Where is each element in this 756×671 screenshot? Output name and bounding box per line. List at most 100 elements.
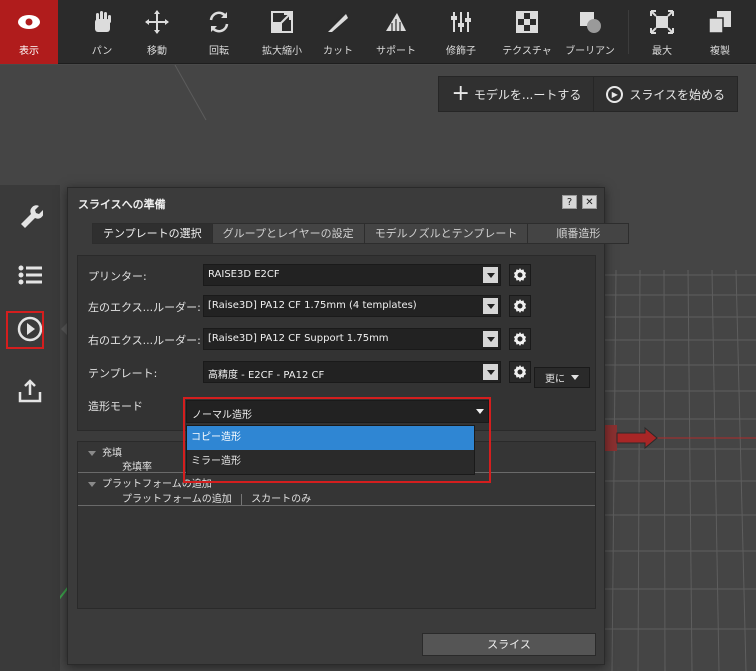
texture-icon (516, 11, 538, 33)
sidebar-list-button[interactable] (14, 259, 46, 291)
tool-duplicate-label: 複製 (710, 46, 730, 57)
tree-platform-item[interactable]: プラットフォームの追加 スカートのみ (122, 490, 311, 505)
tool-boolean-label: ブーリアン (565, 46, 615, 57)
maximize-icon (650, 10, 674, 34)
sidebar-export-button[interactable] (14, 375, 46, 407)
tool-rotate[interactable]: 回転 (197, 0, 241, 64)
help-button[interactable]: ? (562, 195, 577, 209)
tab-sequential-print[interactable]: 順番造形 (527, 223, 630, 244)
tool-rotate-label: 回転 (209, 46, 229, 57)
print-mode-value: ノーマル造形 (192, 410, 252, 421)
modifier-icon (451, 12, 471, 32)
start-slice-button[interactable]: ▶ スライスを始める (593, 77, 737, 111)
wrench-icon (21, 205, 43, 228)
tool-modifier-label: 修飾子 (446, 46, 476, 57)
tree-skirt-only-value[interactable]: スカートのみ (251, 494, 311, 505)
expand-arrow-icon (88, 450, 96, 456)
template-label: テンプレート: (88, 367, 158, 380)
plus-icon: + (451, 81, 470, 106)
tab-model-nozzle[interactable]: モデルノズルとテンプレート (363, 223, 528, 244)
duplicate-icon (708, 11, 731, 34)
tree-platform-item-label: プラットフォームの追加 (122, 494, 232, 505)
close-button[interactable]: ✕ (582, 195, 597, 209)
chevron-down-icon (476, 409, 484, 414)
viewport-action-bar: + モデルを...ートする ▶ スライスを始める (438, 76, 738, 112)
printer-value: RAISE3D E2CF (208, 269, 280, 280)
printer-settings-button[interactable] (509, 264, 531, 286)
right-extruder-settings-button[interactable] (509, 328, 531, 350)
template-settings-button[interactable] (509, 361, 531, 383)
tool-texture[interactable]: テクスチャ (498, 0, 556, 64)
right-extruder-value: [Raise3D] PA12 CF Support 1.75mm (208, 333, 389, 344)
dropdown-arrow-icon (483, 331, 498, 347)
left-extruder-select[interactable]: [Raise3D] PA12 CF 1.75mm (4 templates) (203, 295, 501, 317)
tool-cut-label: カット (323, 46, 353, 57)
left-sidebar (0, 185, 60, 671)
tree-column-divider (240, 493, 242, 505)
dialog-tabs: テンプレートの選択 グループとレイヤーの設定 モデルノズルとテンプレート 順番造… (92, 223, 630, 244)
print-mode-label: 造形モード (88, 400, 143, 413)
dropdown-arrow-icon (483, 298, 498, 314)
tool-scale[interactable]: 拡大縮小 (254, 0, 310, 64)
tool-support[interactable]: サポート (368, 0, 424, 64)
tool-view[interactable]: 表示 (0, 0, 58, 64)
right-extruder-label: 右のエクス...ルーダー: (88, 334, 201, 347)
more-button-label: 更に (545, 374, 565, 385)
left-extruder-settings-button[interactable] (509, 295, 531, 317)
tool-view-label: 表示 (19, 46, 39, 57)
gear-icon (513, 365, 527, 379)
play-icon: ▶ (606, 85, 624, 103)
tree-fill-rate[interactable]: 充填率 (122, 458, 152, 473)
gear-icon (513, 268, 527, 282)
dropdown-arrow-icon (483, 267, 498, 283)
sidebar-settings-button[interactable] (14, 199, 46, 231)
hand-icon (95, 11, 111, 32)
slice-button[interactable]: スライス (422, 633, 596, 656)
template-value: 高精度 - E2CF - PA12 CF (208, 370, 325, 381)
list-icon (18, 265, 42, 285)
sidebar-slice-highlight (6, 311, 44, 349)
eye-icon (18, 15, 40, 29)
tool-cut[interactable]: カット (316, 0, 360, 64)
more-button[interactable]: 更に (534, 367, 590, 388)
tool-pan-label: パン (91, 46, 113, 57)
tool-maximize-label: 最大 (652, 46, 672, 57)
tool-duplicate[interactable]: 複製 (700, 0, 740, 64)
left-extruder-value: [Raise3D] PA12 CF 1.75mm (4 templates) (208, 300, 417, 311)
tool-move[interactable]: 移動 (137, 0, 177, 64)
tree-fill-label: 充填 (102, 448, 122, 459)
dropdown-arrow-icon (483, 364, 498, 380)
dialog-title: スライスへの準備 (78, 198, 166, 211)
export-icon (18, 379, 42, 403)
option-mirror-print[interactable]: ミラー造形 (187, 450, 474, 474)
left-extruder-label: 左のエクス...ルーダー: (88, 301, 201, 314)
cut-icon (328, 12, 348, 32)
print-mode-select[interactable]: ノーマル造形 (186, 400, 489, 423)
gear-icon (513, 299, 527, 313)
tool-scale-label: 拡大縮小 (262, 46, 302, 57)
option-copy-print[interactable]: コピー造形 (187, 426, 474, 450)
add-model-label: モデルを...ートする (473, 87, 582, 102)
tree-fill-group[interactable]: 充填 (88, 444, 122, 459)
main-toolbar: 表示 パン 移動 回転 拡大縮小 カット サポート 修飾子 テクスチャ ブーリア… (0, 0, 756, 64)
move-icon (145, 10, 169, 34)
tool-pan[interactable]: パン (82, 0, 122, 64)
tool-move-label: 移動 (147, 46, 167, 57)
boolean-icon (580, 12, 601, 33)
support-icon (386, 13, 406, 31)
tool-modifier[interactable]: 修飾子 (441, 0, 481, 64)
tool-support-label: サポート (376, 46, 416, 57)
tool-boolean[interactable]: ブーリアン (560, 0, 620, 64)
tool-maximize[interactable]: 最大 (642, 0, 682, 64)
printer-select[interactable]: RAISE3D E2CF (203, 264, 501, 286)
right-extruder-select[interactable]: [Raise3D] PA12 CF Support 1.75mm (203, 328, 501, 350)
template-select[interactable]: 高精度 - E2CF - PA12 CF (203, 361, 501, 383)
gear-icon (513, 332, 527, 346)
rotate-icon (209, 11, 229, 33)
start-slice-label: スライスを始める (629, 87, 725, 102)
tab-template-select[interactable]: テンプレートの選択 (92, 223, 212, 244)
scale-icon (271, 11, 293, 33)
add-model-button[interactable]: + モデルを...ートする (439, 77, 593, 111)
print-mode-options: コピー造形 ミラー造形 (186, 425, 475, 475)
tab-group-layer[interactable]: グループとレイヤーの設定 (211, 223, 364, 244)
